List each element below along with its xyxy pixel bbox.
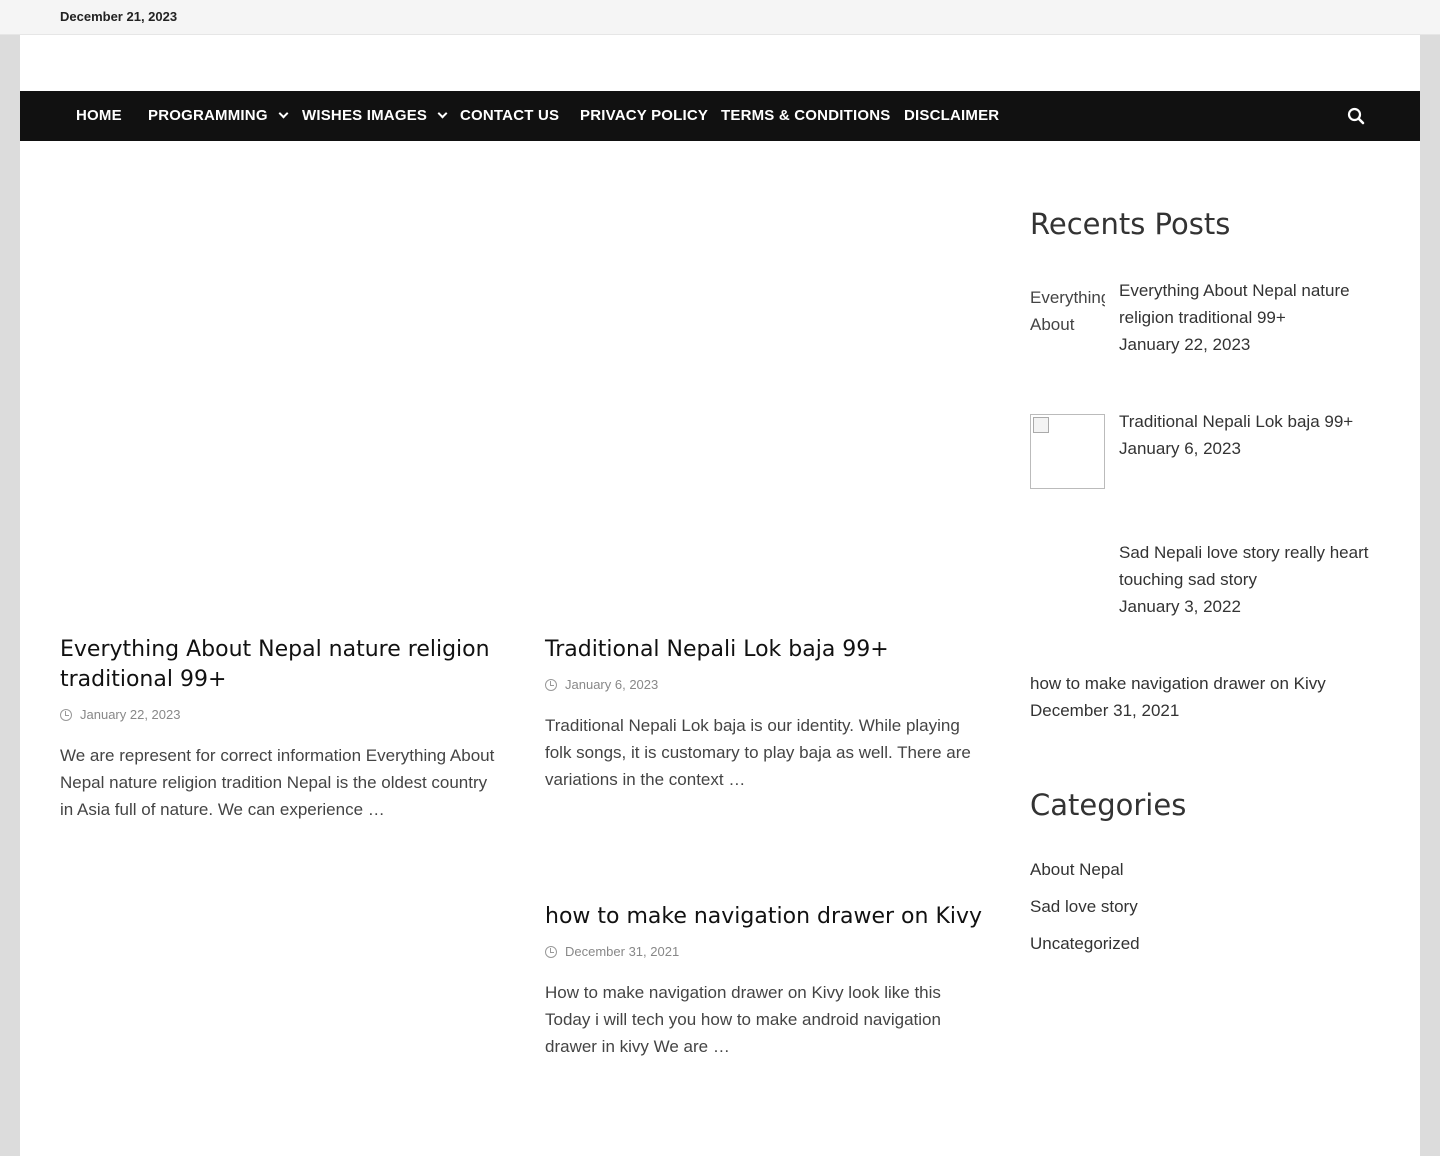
- clock-icon: [545, 945, 557, 958]
- post-thumbnail[interactable]: [1030, 414, 1105, 489]
- sidebar: Recents Posts Everything About Everythin…: [1030, 207, 1390, 1007]
- post-thumbnail[interactable]: Everything About: [1030, 284, 1105, 359]
- recent-post-date: January 3, 2022: [1119, 597, 1241, 616]
- clock-icon: [545, 678, 557, 691]
- nav-contact-us[interactable]: CONTACT US: [460, 91, 559, 141]
- category-link[interactable]: About Nepal: [1030, 860, 1124, 880]
- recent-post-date: January 22, 2023: [1119, 335, 1251, 354]
- nav-disclaimer-label: DISCLAIMER: [904, 107, 1000, 124]
- post-title[interactable]: Everything About Nepal nature religion t…: [60, 635, 505, 695]
- nav-home[interactable]: HOME: [76, 91, 122, 141]
- recent-post-date: January 6, 2023: [1119, 439, 1241, 458]
- nav-wishes-images[interactable]: WISHES IMAGES: [302, 91, 448, 141]
- post-title[interactable]: Traditional Nepali Lok baja 99+: [545, 635, 985, 665]
- nav-terms-conditions-label: TERMS & CONDITIONS: [721, 107, 891, 124]
- nav-programming-label: PROGRAMMING: [148, 107, 268, 124]
- post-title[interactable]: how to make navigation drawer on Kivy: [545, 902, 985, 932]
- search-icon[interactable]: [1347, 107, 1365, 125]
- current-date: December 21, 2023: [60, 9, 178, 24]
- nav-contact-us-label: CONTACT US: [460, 107, 560, 124]
- nav-disclaimer[interactable]: DISCLAIMER: [904, 91, 999, 141]
- main-navigation: HOME PROGRAMMING WISHES IMAGES CONTACT U…: [20, 91, 1420, 141]
- chevron-down-icon: [437, 108, 448, 119]
- post-date[interactable]: January 6, 2023: [565, 677, 658, 692]
- categories-title: Categories: [1030, 788, 1187, 822]
- nav-privacy-policy[interactable]: PRIVACY POLICY: [580, 91, 708, 141]
- page-container: HOME PROGRAMMING WISHES IMAGES CONTACT U…: [20, 35, 1420, 1156]
- nav-terms-conditions[interactable]: TERMS & CONDITIONS: [721, 91, 890, 141]
- nav-privacy-policy-label: PRIVACY POLICY: [580, 107, 709, 124]
- recent-post-title[interactable]: Everything About Nepal nature religion t…: [1119, 277, 1379, 331]
- post-meta: January 22, 2023: [60, 707, 505, 722]
- post-meta: January 6, 2023: [545, 677, 985, 692]
- post-excerpt: Traditional Nepali Lok baja is our ident…: [545, 716, 971, 789]
- recent-posts-title: Recents Posts: [1030, 207, 1231, 241]
- post-card: Everything About Nepal nature religion t…: [60, 635, 505, 823]
- post-thumbnail[interactable]: [1030, 545, 1105, 620]
- post-card: how to make navigation drawer on Kivy De…: [545, 902, 985, 1060]
- post-excerpt: We are represent for correct information…: [60, 746, 495, 819]
- nav-wishes-images-label: WISHES IMAGES: [302, 107, 428, 124]
- post-excerpt: How to make navigation drawer on Kivy lo…: [545, 983, 941, 1056]
- post-date[interactable]: January 22, 2023: [80, 707, 180, 722]
- recent-post-title[interactable]: Traditional Nepali Lok baja 99+: [1119, 408, 1379, 435]
- top-bar: December 21, 2023: [0, 0, 1440, 35]
- nav-home-label: HOME: [76, 107, 122, 124]
- post-card: Traditional Nepali Lok baja 99+ January …: [545, 635, 985, 793]
- chevron-down-icon: [278, 108, 289, 119]
- recent-post-title[interactable]: how to make navigation drawer on Kivy: [1030, 670, 1390, 697]
- post-date[interactable]: December 31, 2021: [565, 944, 679, 959]
- recent-post-date: December 31, 2021: [1030, 701, 1180, 720]
- nav-programming[interactable]: PROGRAMMING: [148, 91, 289, 141]
- clock-icon: [60, 708, 72, 721]
- category-link[interactable]: Uncategorized: [1030, 934, 1140, 954]
- post-meta: December 31, 2021: [545, 944, 985, 959]
- recent-post-title[interactable]: Sad Nepali love story really heart touch…: [1119, 539, 1379, 593]
- category-link[interactable]: Sad love story: [1030, 897, 1138, 917]
